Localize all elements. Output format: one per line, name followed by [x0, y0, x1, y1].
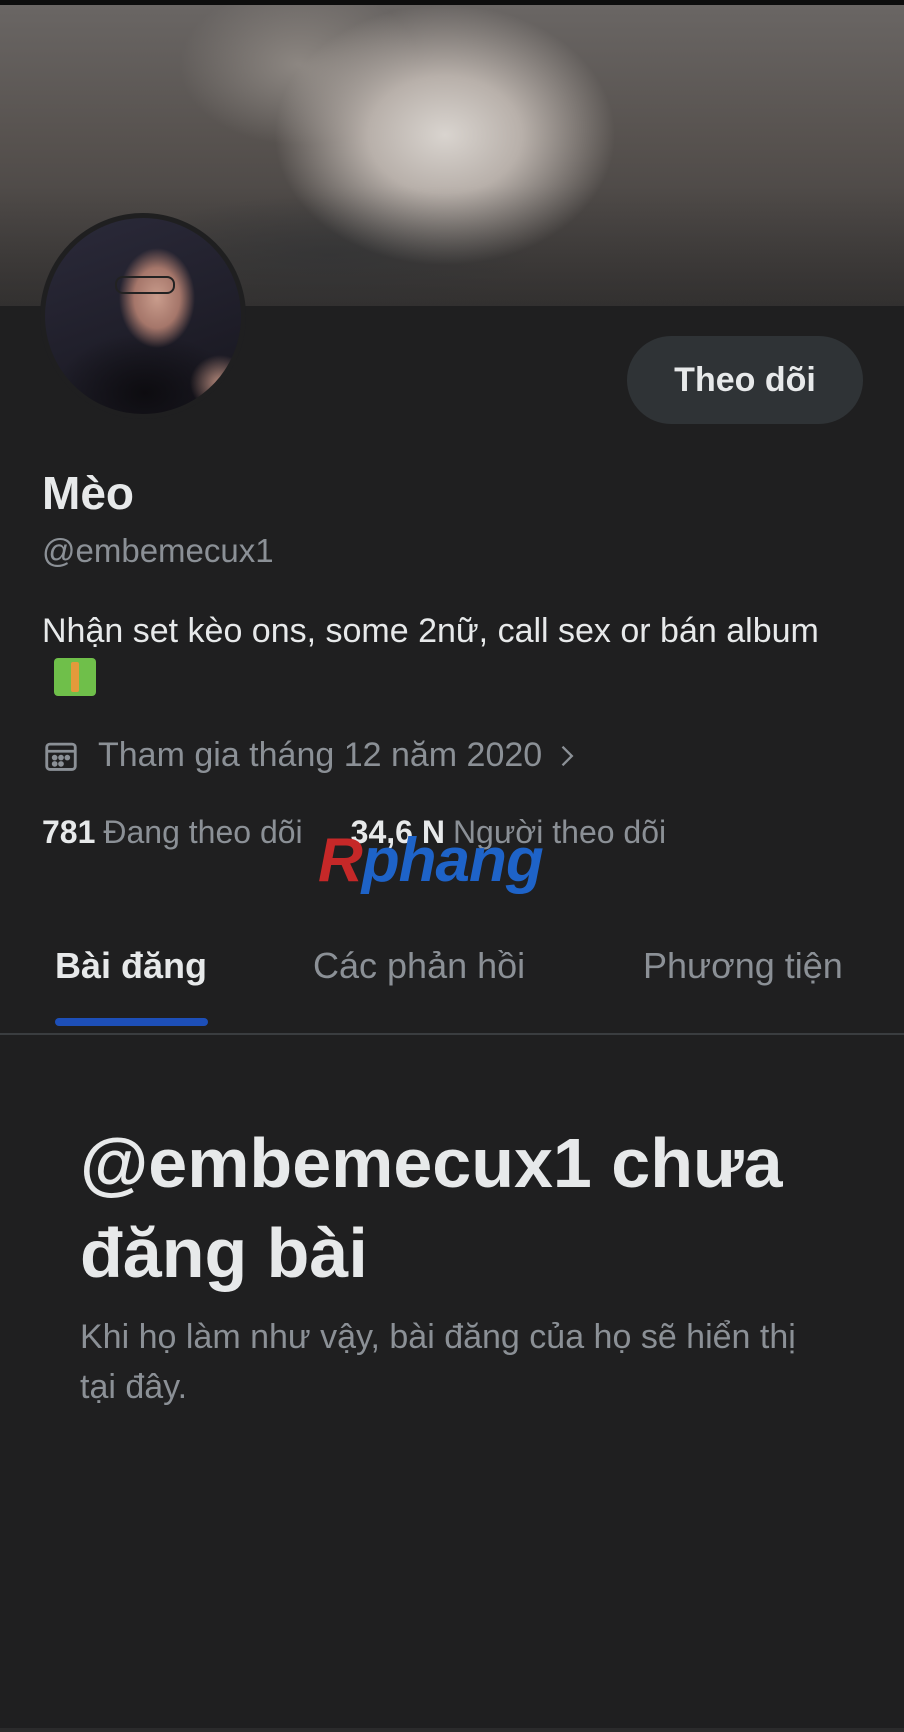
empty-state-description: Khi họ làm như vậy, bài đăng của họ sẽ h…: [80, 1318, 796, 1406]
money-with-dollar-icon: [54, 658, 96, 697]
join-date-text: Tham gia tháng 12 năm 2020: [98, 736, 543, 774]
tab-posts[interactable]: Bài đăng: [55, 945, 207, 987]
tab-media[interactable]: Phương tiện: [643, 945, 843, 987]
watermark-part-r: R: [318, 826, 363, 895]
active-tab-indicator: [55, 1018, 208, 1026]
avatar-glasses-detail: [115, 276, 175, 294]
calendar-icon: [45, 742, 77, 771]
empty-state-title: @embemecux1 chưa đăng bài: [80, 1124, 783, 1292]
following-label: Đang theo dõi: [103, 814, 303, 850]
follow-button[interactable]: Theo dõi: [627, 336, 863, 424]
following-stat[interactable]: 781 Đang theo dõi: [42, 814, 303, 851]
avatar-image: [45, 218, 241, 414]
watermark-part-phang: phang: [361, 826, 544, 895]
chevron-right-icon: [561, 745, 574, 766]
watermark-logo: Rphang: [318, 830, 544, 892]
profile-tabs: Bài đăng Các phản hồi Phương tiện: [0, 930, 904, 1035]
profile-bio: Nhận set kèo ons, some 2nữ, call sex or …: [42, 607, 862, 703]
bottom-divider: [0, 1728, 904, 1732]
join-date-row[interactable]: Tham gia tháng 12 năm 2020: [42, 736, 580, 775]
avatar[interactable]: [40, 213, 246, 419]
tab-replies[interactable]: Các phản hồi: [313, 945, 525, 987]
following-count: 781: [42, 814, 96, 850]
bio-text: Nhận set kèo ons, some 2nữ, call sex or …: [42, 612, 819, 650]
display-name: Mèo: [42, 467, 134, 519]
profile-handle: @embemecux1: [42, 532, 274, 569]
